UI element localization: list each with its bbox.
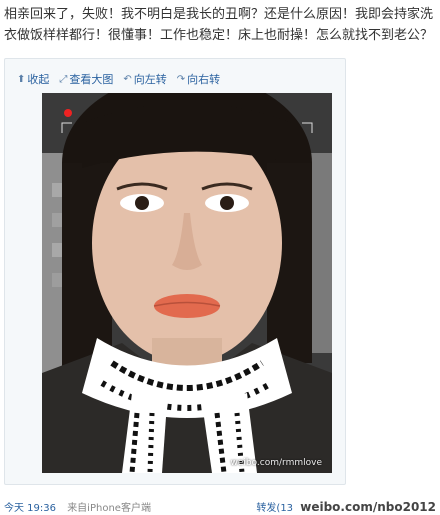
rotate-right-button[interactable]: ↷ 向右转 xyxy=(177,71,220,87)
rotate-left-icon: ↶ xyxy=(123,73,132,85)
image-toolbar: ⬆ 收起 ⤢ 查看大图 ↶ 向左转 ↷ 向右转 xyxy=(17,71,220,87)
forward-link[interactable]: 转发(13 xyxy=(256,503,293,514)
portrait-image xyxy=(42,93,332,473)
collapse-button[interactable]: ⬆ 收起 xyxy=(17,71,49,87)
photo-watermark: weibo.com/rmmlove xyxy=(230,458,322,468)
post-footer: 今天 19:36 来自iPhone客户端 转发(13 weibo.com/nbo… xyxy=(4,499,436,514)
rotate-right-label: 向右转 xyxy=(187,73,221,86)
post-source[interactable]: 来自iPhone客户端 xyxy=(67,503,151,514)
rotate-right-icon: ↷ xyxy=(176,73,186,85)
rotate-left-button[interactable]: ↶ 向左转 xyxy=(123,71,166,87)
footer-right: 转发(13 weibo.com/nbo2012 xyxy=(256,499,436,514)
rotate-left-label: 向左转 xyxy=(133,73,167,86)
collapse-label: 收起 xyxy=(27,73,50,86)
post-text: 相亲回来了，失败！我不明白是我长的丑啊？还是什么原因！我即会持家洗衣做饭样样都行… xyxy=(4,7,434,43)
footer-watermark: weibo.com/nbo2012 xyxy=(300,500,436,514)
view-large-label: 查看大图 xyxy=(69,73,114,86)
view-large-button[interactable]: ⤢ 查看大图 xyxy=(59,71,113,87)
post-photo[interactable]: weibo.com/rmmlove xyxy=(42,93,332,473)
post-time[interactable]: 今天 19:36 xyxy=(4,503,56,514)
zoom-icon: ⤢ xyxy=(59,73,68,85)
media-box: ⬆ 收起 ⤢ 查看大图 ↶ 向左转 ↷ 向右转 weibo.com/rmmlov… xyxy=(4,58,346,485)
arrow-up-icon: ⬆ xyxy=(17,73,26,85)
